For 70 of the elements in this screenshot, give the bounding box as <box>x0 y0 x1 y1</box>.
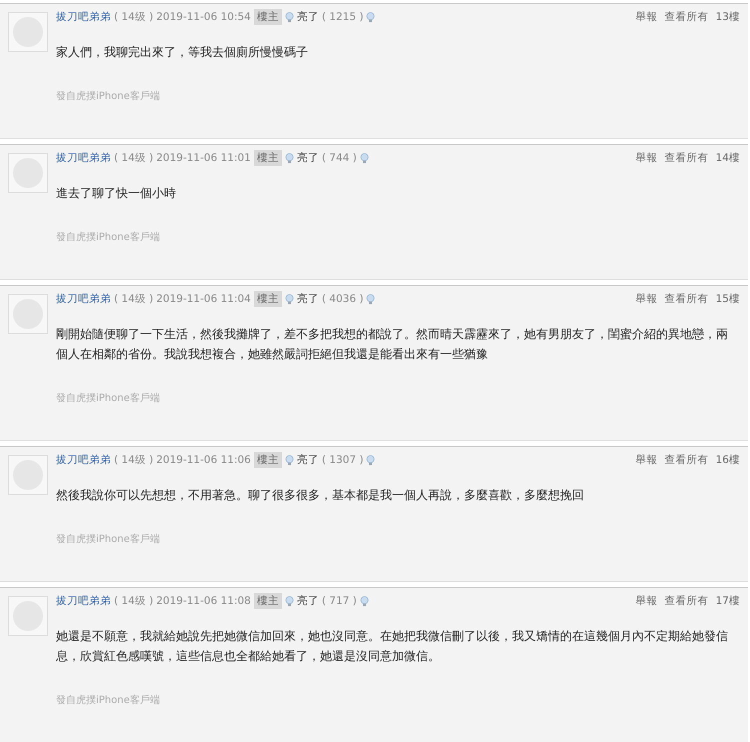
report-link[interactable]: 舉報 <box>636 292 658 306</box>
report-link[interactable]: 舉報 <box>636 151 658 165</box>
post-source: 發自虎撲iPhone客戶端 <box>56 532 161 547</box>
avatar-icon[interactable] <box>8 12 48 52</box>
like-count: ( 1307 ) <box>322 454 364 466</box>
author-tag: 樓主 <box>254 452 282 468</box>
light-bulb-icon[interactable] <box>360 596 369 606</box>
light-bulb-icon[interactable] <box>284 12 294 22</box>
liked-label: 亮了 <box>296 151 319 165</box>
view-all-link[interactable]: 查看所有 <box>664 151 709 165</box>
light-bulb-icon[interactable] <box>284 294 294 304</box>
post-time: 2019-11-06 11:04 <box>156 293 251 305</box>
like-count: ( 717 ) <box>322 595 357 607</box>
light-bulb-icon[interactable] <box>366 12 376 22</box>
like-count: ( 4036 ) <box>322 293 364 305</box>
user-level: ( 14级 ) <box>114 151 154 165</box>
post-time: 2019-11-06 11:08 <box>156 595 251 607</box>
light-bulb-icon[interactable] <box>360 152 369 164</box>
username-link[interactable]: 拔刀吧弟弟 <box>56 594 111 608</box>
post-time: 2019-11-06 10:54 <box>156 11 251 23</box>
liked-label: 亮了 <box>296 10 319 24</box>
post-source: 發自虎撲iPhone客戶端 <box>56 694 161 708</box>
floor-number: 16樓 <box>716 453 740 467</box>
username-link[interactable]: 拔刀吧弟弟 <box>56 10 111 24</box>
username-link[interactable]: 拔刀吧弟弟 <box>56 292 111 306</box>
post-content: 然後我說你可以先想想，不用著急。聊了很多很多，基本都是我一個人再說，多麼喜歡，多麼想挽回 <box>56 487 585 504</box>
avatar-icon[interactable] <box>8 596 48 636</box>
view-all-link[interactable]: 查看所有 <box>664 453 709 467</box>
post-content: 進去了聊了快一個小時 <box>56 185 177 202</box>
light-bulb-icon[interactable] <box>284 152 294 164</box>
liked-label: 亮了 <box>296 453 319 467</box>
post-content: 家人們，我聊完出來了，等我去個廁所慢慢碼子 <box>56 44 309 61</box>
post-time: 2019-11-06 11:06 <box>156 454 251 466</box>
post-time: 2019-11-06 11:01 <box>156 152 251 164</box>
avatar-icon[interactable] <box>8 153 48 193</box>
post-content: 剛開始隨便聊了一下生活，然後我攤牌了，差不多把我想的都說了。然而晴天霹靂來了，她有男朋友了，閨蜜介紹的異地戀，兩個人在相鄰的省份。我說我想複合，她雖然嚴詞拒絕但我還是能看出來有一些猶豫 <box>56 326 729 363</box>
liked-label: 亮了 <box>296 292 319 306</box>
author-tag: 樓主 <box>254 593 282 609</box>
light-bulb-icon[interactable] <box>366 294 376 304</box>
post-content: 她還是不願意，我就給她說先把她微信加回來，她也沒同意。在她把我微信刪了以後，我又矯情的在這幾個月內不定期給她發信息，欣賞紅色感嘆號，這些信息也全都給她看了，她還是沒同意加微信。 <box>56 628 729 665</box>
floor-number: 17樓 <box>716 594 740 608</box>
username-link[interactable]: 拔刀吧弟弟 <box>56 453 111 467</box>
author-tag: 樓主 <box>254 9 282 25</box>
avatar-icon[interactable] <box>8 294 48 334</box>
light-bulb-icon[interactable] <box>366 454 376 466</box>
view-all-link[interactable]: 查看所有 <box>664 10 709 24</box>
user-level: ( 14级 ) <box>114 594 154 608</box>
floor-number: 14樓 <box>716 151 740 165</box>
username-link[interactable]: 拔刀吧弟弟 <box>56 151 111 165</box>
liked-label: 亮了 <box>296 594 319 608</box>
floor-number: 15樓 <box>716 292 740 306</box>
author-tag: 樓主 <box>254 291 282 307</box>
light-bulb-icon[interactable] <box>284 596 294 606</box>
report-link[interactable]: 舉報 <box>636 453 658 467</box>
view-all-link[interactable]: 查看所有 <box>664 594 709 608</box>
author-tag: 樓主 <box>254 150 282 166</box>
like-count: ( 744 ) <box>322 152 357 164</box>
avatar-icon[interactable] <box>8 455 48 495</box>
floor-number: 13樓 <box>716 10 740 24</box>
post-source: 發自虎撲iPhone客戶端 <box>56 230 161 245</box>
like-count: ( 1215 ) <box>322 11 364 23</box>
view-all-link[interactable]: 查看所有 <box>664 292 709 306</box>
post-source: 發自虎撲iPhone客戶端 <box>56 392 161 406</box>
user-level: ( 14级 ) <box>114 10 154 24</box>
user-level: ( 14级 ) <box>114 292 154 306</box>
light-bulb-icon[interactable] <box>284 454 294 466</box>
report-link[interactable]: 舉報 <box>636 10 658 24</box>
post-source: 發自虎撲iPhone客戶端 <box>56 90 161 104</box>
user-level: ( 14级 ) <box>114 453 154 467</box>
report-link[interactable]: 舉報 <box>636 594 658 608</box>
